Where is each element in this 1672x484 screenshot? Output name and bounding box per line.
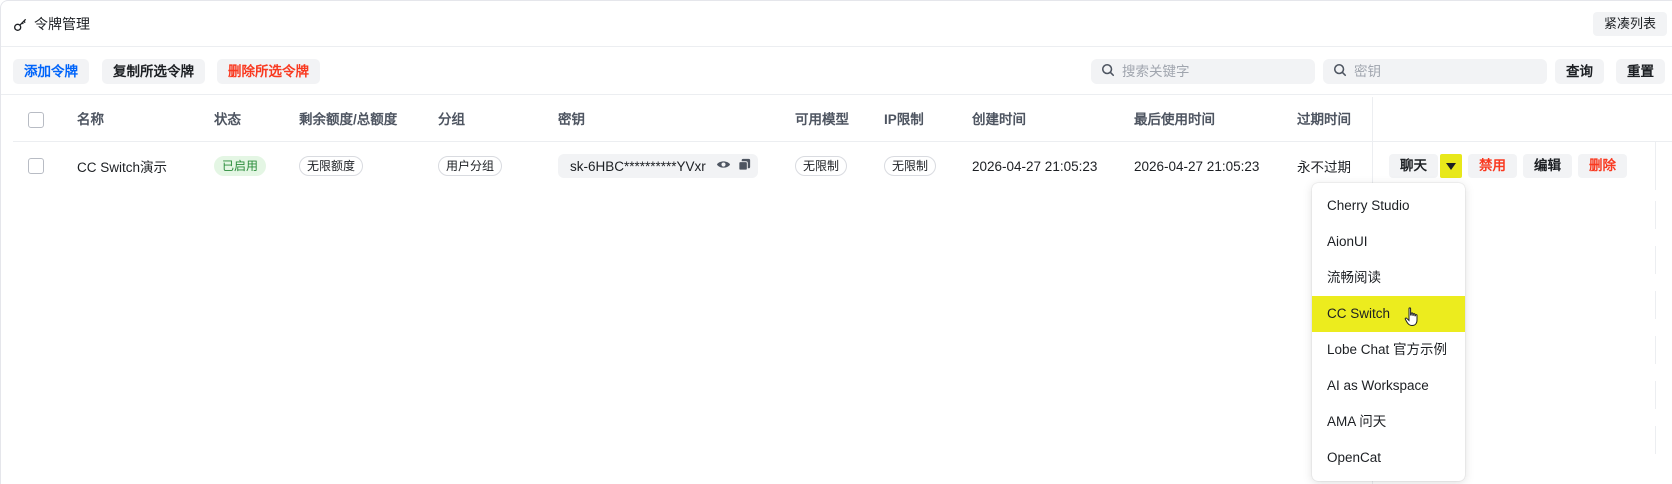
group-tag: 用户分组	[438, 156, 503, 176]
row-fixed-divider	[1655, 426, 1656, 454]
chat-client-dropdown-menu: Cherry Studio AionUI 流畅阅读 CC Switch Lobe…	[1312, 183, 1465, 481]
dropdown-item-cherry-studio[interactable]: Cherry Studio	[1312, 188, 1465, 224]
row-checkbox[interactable]	[28, 158, 44, 174]
column-header-created: 创建时间	[972, 112, 1026, 127]
disable-button[interactable]: 禁用	[1468, 154, 1517, 178]
caret-down-icon	[1446, 159, 1456, 174]
chat-client-dropdown-toggle[interactable]	[1440, 154, 1462, 178]
row-fixed-divider	[1655, 246, 1656, 274]
search-icon	[1333, 63, 1347, 80]
title-group: 令牌管理	[13, 14, 90, 34]
panel-header: 令牌管理 紧凑列表	[1, 1, 1672, 47]
dropdown-item-ai-as-workspace[interactable]: AI as Workspace	[1312, 368, 1465, 404]
select-all-checkbox[interactable]	[28, 112, 44, 128]
token-search-field[interactable]	[1323, 59, 1547, 84]
ip-limit-tag: 无限制	[884, 156, 937, 176]
column-header-quota: 剩余额度/总额度	[299, 112, 398, 127]
token-key-box: sk-6HBC**********YVxr	[558, 154, 758, 178]
row-fixed-divider	[1655, 381, 1656, 409]
dropdown-item-lobe-chat[interactable]: Lobe Chat 官方示例	[1312, 332, 1465, 368]
dropdown-item-ama[interactable]: AMA 问天	[1312, 404, 1465, 440]
column-header-expires: 过期时间	[1297, 112, 1351, 127]
token-name: CC Switch演示	[77, 160, 168, 175]
dropdown-item-cc-switch[interactable]: CC Switch	[1312, 296, 1465, 332]
row-fixed-divider	[1655, 201, 1656, 229]
dropdown-item-label: CC Switch	[1327, 306, 1391, 321]
last-used-time: 2026-04-27 21:05:23	[1134, 158, 1260, 174]
search-icon	[1101, 63, 1115, 80]
row-fixed-divider	[1655, 142, 1656, 190]
dropdown-item-fluent-read[interactable]: 流畅阅读	[1312, 260, 1465, 296]
token-key-text: sk-6HBC**********YVxr	[570, 158, 706, 174]
eye-icon[interactable]	[716, 157, 731, 175]
column-header-name: 名称	[77, 112, 104, 127]
keyword-search-field[interactable]	[1091, 59, 1315, 84]
delete-button[interactable]: 删除	[1578, 154, 1627, 178]
key-icon	[13, 17, 28, 32]
column-header-ip-limit: IP限制	[884, 112, 924, 127]
token-search-input[interactable]	[1354, 64, 1534, 79]
models-tag: 无限制	[795, 156, 848, 176]
status-badge: 已启用	[214, 156, 267, 176]
delete-selected-tokens-button[interactable]: 删除所选令牌	[217, 59, 320, 84]
column-header-last-used: 最后使用时间	[1134, 112, 1215, 127]
compact-list-button[interactable]: 紧凑列表	[1592, 12, 1667, 36]
keyword-search-input[interactable]	[1122, 64, 1302, 79]
row-fixed-divider	[1655, 336, 1656, 364]
reset-button[interactable]: 重置	[1616, 59, 1665, 84]
token-management-panel: 令牌管理 紧凑列表 添加令牌 复制所选令牌 删除所选令牌 查询 重置 名称 状态…	[0, 0, 1672, 484]
add-token-button[interactable]: 添加令牌	[13, 59, 89, 84]
toolbar: 添加令牌 复制所选令牌 删除所选令牌 查询 重置	[1, 47, 1672, 95]
column-header-status: 状态	[214, 112, 241, 127]
column-header-key: 密钥	[558, 112, 585, 127]
edit-button[interactable]: 编辑	[1523, 154, 1572, 178]
chat-button[interactable]: 聊天	[1389, 154, 1438, 178]
dropdown-item-aionui[interactable]: AionUI	[1312, 224, 1465, 260]
page-title: 令牌管理	[34, 16, 90, 32]
table-header: 名称 状态 剩余额度/总额度 分组 密钥 可用模型 IP限制 创建时间 最后使用…	[13, 97, 1672, 142]
copy-selected-tokens-button[interactable]: 复制所选令牌	[102, 59, 205, 84]
column-header-group: 分组	[438, 112, 465, 127]
query-button[interactable]: 查询	[1555, 59, 1604, 84]
dropdown-item-opencat[interactable]: OpenCat	[1312, 440, 1465, 476]
created-time: 2026-04-27 21:05:23	[972, 158, 1098, 174]
copy-icon[interactable]	[737, 157, 752, 175]
quota-tag: 无限额度	[299, 156, 364, 176]
column-header-models: 可用模型	[795, 112, 849, 127]
row-fixed-divider	[1655, 291, 1656, 319]
